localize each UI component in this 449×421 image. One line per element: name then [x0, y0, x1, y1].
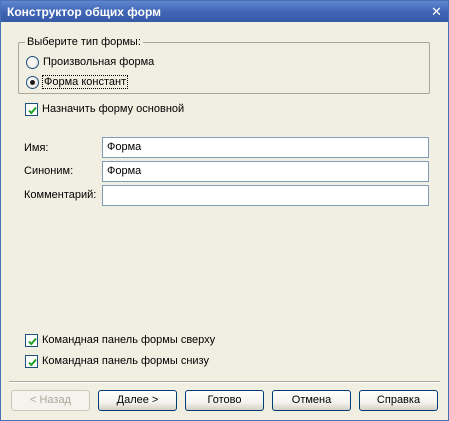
next-button[interactable]: Далее > [98, 390, 177, 411]
done-button[interactable]: Готово [185, 390, 264, 411]
radio-button-selected[interactable] [26, 75, 39, 89]
button-separator [9, 381, 440, 383]
form-constructor-dialog: Конструктор общих форм ✕ Выберите тип фо… [0, 0, 449, 421]
radio-arbitrary-form-label: Произвольная форма [43, 56, 155, 68]
form-type-legend: Выберите тип формы: [25, 35, 143, 49]
checkmark-icon [28, 337, 37, 346]
checkmark-icon [28, 106, 37, 115]
comment-label: Комментарий: [24, 189, 97, 201]
radio-constants-form[interactable]: Форма констант [26, 74, 129, 90]
main-form-checkbox[interactable] [25, 102, 38, 116]
top-panel-checkbox[interactable] [25, 333, 38, 347]
synonym-label: Синоним: [24, 165, 74, 177]
close-icon[interactable]: ✕ [429, 4, 444, 19]
radio-arbitrary-form[interactable]: Произвольная форма [26, 54, 154, 70]
synonym-field[interactable]: Форма [102, 161, 429, 182]
bottom-panel-checkbox[interactable] [25, 354, 38, 368]
radio-dot-icon [30, 79, 35, 85]
help-button[interactable]: Справка [359, 390, 438, 411]
back-button[interactable]: < Назад [11, 390, 90, 411]
name-label: Имя: [24, 142, 49, 154]
radio-button-unselected[interactable] [26, 55, 39, 69]
main-form-checkbox-label: Назначить форму основной [42, 103, 185, 115]
title-bar[interactable]: Конструктор общих форм ✕ [1, 1, 448, 22]
bottom-panel-checkbox-row[interactable]: Командная панель формы снизу [25, 353, 209, 369]
window-title: Конструктор общих форм [7, 5, 161, 19]
cancel-button[interactable]: Отмена [272, 390, 351, 411]
top-panel-checkbox-label: Командная панель формы сверху [42, 334, 216, 346]
name-field[interactable]: Форма [102, 137, 429, 158]
bottom-panel-checkbox-label: Командная панель формы снизу [42, 355, 209, 367]
radio-constants-form-label: Форма констант [41, 75, 129, 89]
main-form-checkbox-row[interactable]: Назначить форму основной [25, 101, 184, 117]
comment-field[interactable] [102, 185, 429, 206]
top-panel-checkbox-row[interactable]: Командная панель формы сверху [25, 332, 215, 348]
checkmark-icon [28, 358, 37, 367]
form-type-group: Выберите тип формы: Произвольная форма Ф… [18, 35, 430, 94]
